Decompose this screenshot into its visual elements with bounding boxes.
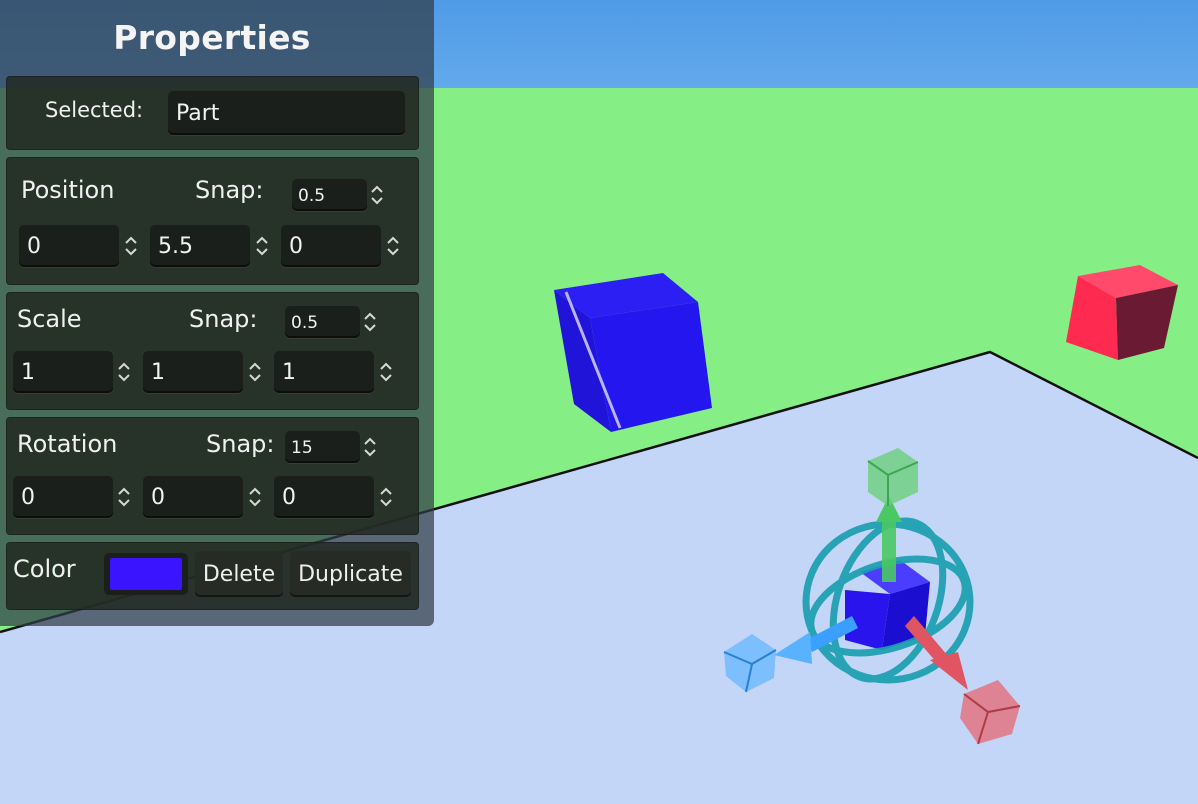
- position-y-spinner-icon[interactable]: [253, 231, 271, 261]
- scale-x-field[interactable]: 1: [13, 351, 113, 393]
- rotation-label: Rotation: [17, 430, 118, 458]
- position-snap-spinner-icon[interactable]: [368, 180, 386, 210]
- scale-label: Scale: [17, 305, 82, 333]
- rotation-z-field[interactable]: 0: [274, 476, 374, 518]
- rotation-x-spinner-icon[interactable]: [115, 482, 133, 512]
- rotation-z-spinner-icon[interactable]: [377, 482, 395, 512]
- delete-button[interactable]: Delete: [195, 551, 283, 597]
- scale-snap-field[interactable]: 0.5: [285, 306, 360, 338]
- color-picker-button[interactable]: [104, 553, 188, 595]
- color-chip: [110, 558, 182, 590]
- position-snap-field[interactable]: 0.5: [292, 179, 367, 211]
- position-x-field[interactable]: 0: [19, 225, 119, 267]
- rotation-y-field[interactable]: 0: [143, 476, 243, 518]
- scale-y-spinner-icon[interactable]: [246, 357, 264, 387]
- scale-snap-spinner-icon[interactable]: [361, 307, 379, 337]
- position-snap-label: Snap:: [195, 176, 264, 204]
- scale-y-field[interactable]: 1: [143, 351, 243, 393]
- scale-z-spinner-icon[interactable]: [377, 357, 395, 387]
- rotation-snap-spinner-icon[interactable]: [361, 432, 379, 462]
- selected-name-field[interactable]: Part: [168, 91, 405, 135]
- rotation-y-spinner-icon[interactable]: [246, 482, 264, 512]
- scale-z-field[interactable]: 1: [274, 351, 374, 393]
- position-y-field[interactable]: 5.5: [150, 225, 250, 267]
- scale-snap-label: Snap:: [189, 305, 258, 333]
- scale-x-spinner-icon[interactable]: [115, 357, 133, 387]
- color-label: Color: [13, 555, 76, 583]
- selected-label: Selected:: [45, 98, 144, 122]
- rotation-snap-label: Snap:: [206, 430, 275, 458]
- panel-title: Properties: [113, 18, 311, 57]
- position-z-field[interactable]: 0: [281, 225, 381, 267]
- duplicate-button[interactable]: Duplicate: [290, 551, 411, 597]
- position-x-spinner-icon[interactable]: [122, 231, 140, 261]
- properties-panel: Properties Selected: Part Position Snap:…: [0, 0, 434, 626]
- rotation-snap-field[interactable]: 15: [285, 431, 360, 463]
- position-label: Position: [21, 176, 115, 204]
- position-z-spinner-icon[interactable]: [384, 231, 402, 261]
- 3d-viewport[interactable]: Properties Selected: Part Position Snap:…: [0, 0, 1198, 804]
- rotation-x-field[interactable]: 0: [13, 476, 113, 518]
- red-cube-part[interactable]: [1066, 265, 1178, 360]
